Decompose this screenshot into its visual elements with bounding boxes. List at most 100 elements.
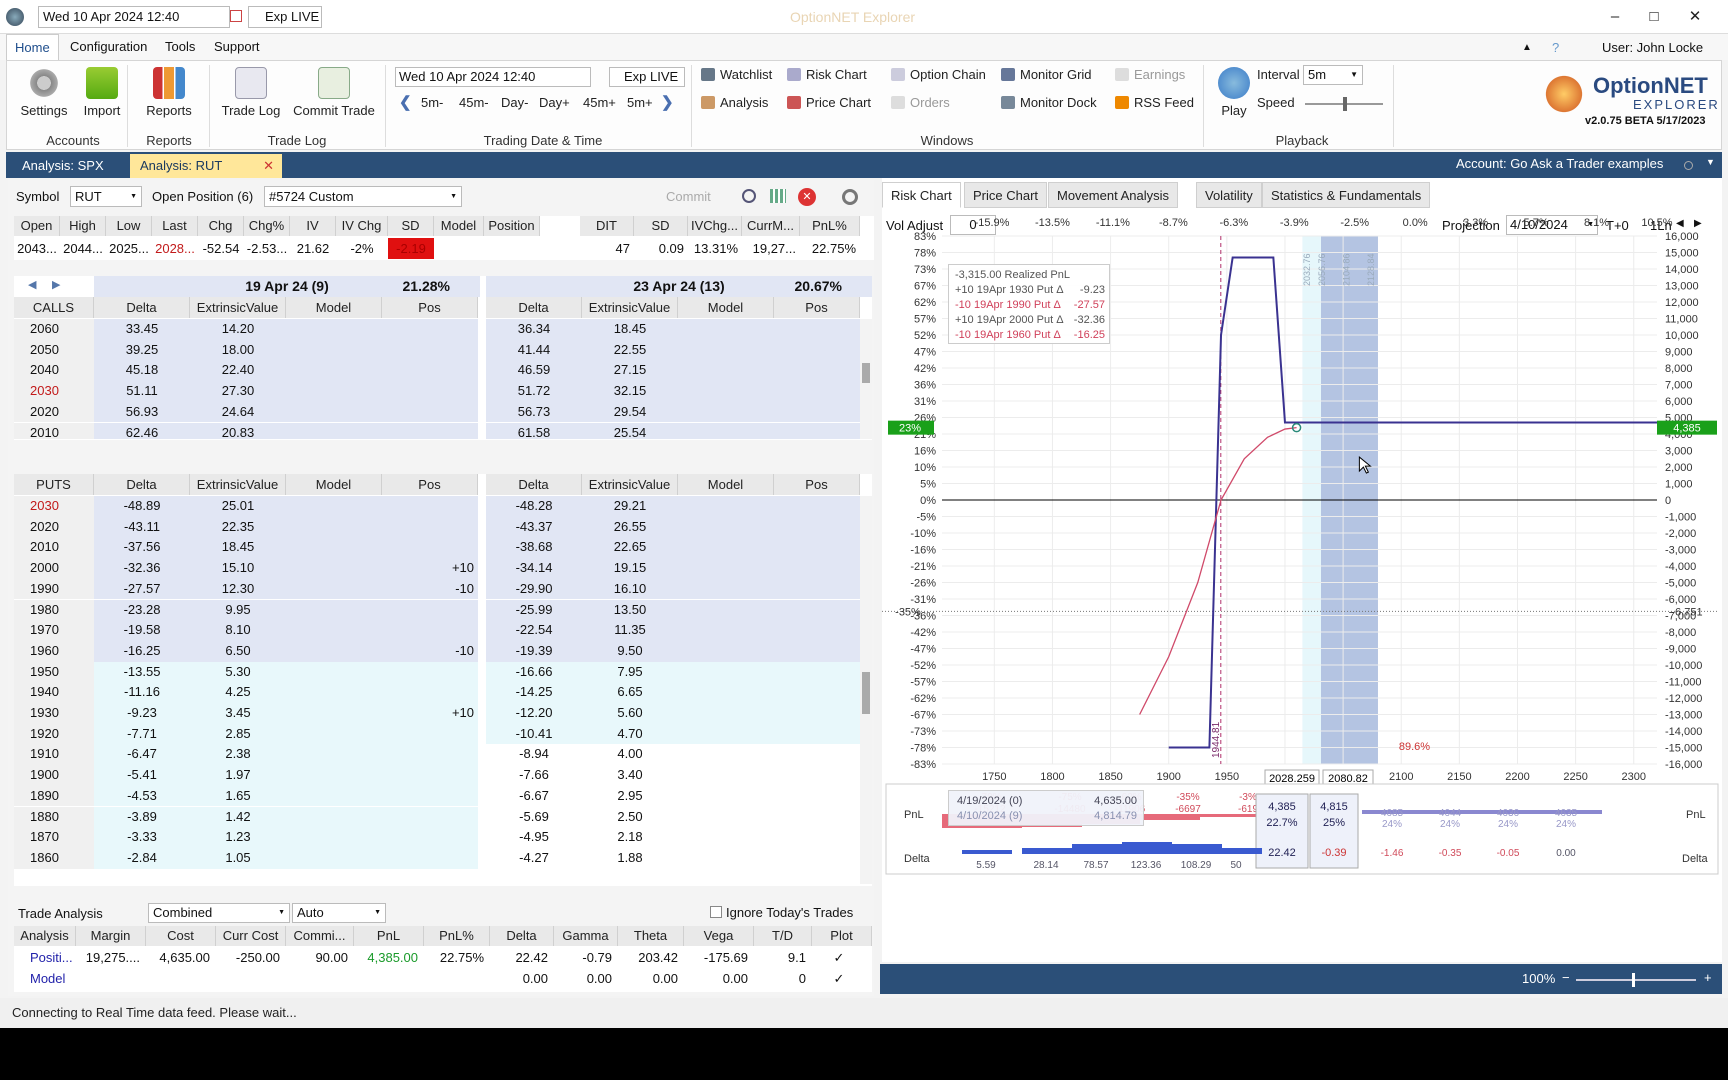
trade-mode-select[interactable]: Combined ▼: [148, 903, 290, 923]
settings-button[interactable]: Settings: [15, 67, 73, 118]
rss-feed-button[interactable]: RSS Feed: [1115, 95, 1194, 110]
risk-chart-button[interactable]: Risk Chart: [787, 67, 867, 82]
chain-column-header[interactable]: Pos: [382, 474, 478, 495]
collapse-ribbon-icon[interactable]: ▲: [1522, 42, 1532, 53]
quote-header-iv[interactable]: IV: [290, 216, 336, 236]
chain-column-header[interactable]: Model: [678, 297, 774, 318]
calendar-icon[interactable]: [230, 10, 242, 22]
chain-column-header[interactable]: Model: [286, 297, 382, 318]
analysis-header[interactable]: PnL: [354, 926, 424, 946]
chain-row[interactable]: 1950 -13.55 5.30 -16.66 7.95: [14, 661, 860, 683]
menu-support[interactable]: Support: [206, 34, 268, 60]
zoom-in-icon[interactable]: +: [1704, 970, 1712, 985]
analysis-header[interactable]: T/D: [754, 926, 812, 946]
chain-column-header[interactable]: ExtrinsicValue: [582, 474, 678, 495]
analysis-header[interactable]: Margin: [76, 926, 146, 946]
chain-column-header[interactable]: Delta: [94, 474, 190, 495]
chain-row[interactable]: 2030 -48.89 25.01 -48.28 29.21: [14, 496, 860, 517]
chain-row[interactable]: 2040 45.18 22.40 46.59 27.15: [14, 360, 860, 382]
maximize-button[interactable]: □: [1641, 6, 1667, 28]
chain-column-header[interactable]: Pos: [774, 474, 860, 495]
step-5m-back[interactable]: 5m-: [421, 95, 443, 110]
analysis-header[interactable]: Commi...: [286, 926, 354, 946]
chain-side-label[interactable]: PUTS: [14, 474, 94, 495]
plot-checkbox[interactable]: ✓: [812, 948, 872, 968]
grid-icon[interactable]: [770, 189, 786, 203]
datetime-field[interactable]: Wed 10 Apr 2024 12:40: [38, 6, 230, 28]
analysis-header[interactable]: Plot: [812, 926, 872, 946]
chain-row[interactable]: 1940 -11.16 4.25 -14.25 6.65: [14, 682, 860, 703]
puts-scrollbar[interactable]: [860, 496, 872, 884]
analysis-header[interactable]: Gamma: [554, 926, 618, 946]
chain-row[interactable]: 2050 39.25 18.00 41.44 22.55: [14, 339, 860, 361]
chain-row[interactable]: 1970 -19.58 8.10 -22.54 11.35: [14, 620, 860, 641]
menu-tools[interactable]: Tools: [157, 34, 203, 60]
menu-home[interactable]: Home: [6, 34, 59, 60]
quote-header-model[interactable]: Model: [434, 216, 484, 236]
quote-header-chg[interactable]: Chg%: [244, 216, 290, 236]
chain-column-header[interactable]: Delta: [486, 297, 582, 318]
analysis-header[interactable]: Theta: [618, 926, 684, 946]
speed-slider[interactable]: [1305, 97, 1383, 111]
orders-button[interactable]: Orders: [891, 95, 950, 110]
analysis-header[interactable]: Analysis: [14, 926, 76, 946]
reports-button[interactable]: Reports: [139, 67, 199, 118]
account-dot-icon[interactable]: [1684, 161, 1693, 170]
exp-live-label[interactable]: Exp LIVE: [248, 6, 322, 28]
trade-log-button[interactable]: Trade Log: [217, 67, 285, 118]
custom-select[interactable]: #5724 Custom ▼: [264, 186, 462, 207]
close-button[interactable]: ✕: [1682, 6, 1708, 28]
menu-configuration[interactable]: Configuration: [62, 34, 155, 60]
step-45m-forward[interactable]: 45m+: [583, 95, 616, 110]
chain-column-header[interactable]: Delta: [486, 474, 582, 495]
symbol-select[interactable]: RUT ▼: [70, 186, 142, 207]
chain-row[interactable]: 1890 -4.53 1.65 -6.67 2.95: [14, 785, 860, 807]
position-header[interactable]: PnL%: [800, 216, 860, 236]
close-tab-icon[interactable]: ✕: [263, 154, 274, 178]
interval-select[interactable]: 5m ▼: [1303, 65, 1363, 85]
analysis-header[interactable]: Cost: [146, 926, 216, 946]
chain-row[interactable]: 1900 -5.41 1.97 -7.66 3.40: [14, 765, 860, 786]
quote-header-open[interactable]: Open: [14, 216, 60, 236]
chain-row[interactable]: 2000 -32.36 15.10 +10 -34.14 19.15: [14, 558, 860, 579]
step-5m-forward[interactable]: 5m+: [627, 95, 653, 110]
chain-side-label[interactable]: CALLS: [14, 297, 94, 318]
quote-header-low[interactable]: Low: [106, 216, 152, 236]
plot-checkbox[interactable]: ✓: [812, 969, 872, 989]
analysis-header[interactable]: Vega: [684, 926, 754, 946]
quote-header-high[interactable]: High: [60, 216, 106, 236]
chain-column-header[interactable]: ExtrinsicValue: [582, 297, 678, 318]
earnings-button[interactable]: Earnings: [1115, 67, 1185, 82]
ribbon-datetime-field[interactable]: Wed 10 Apr 2024 12:40: [395, 67, 591, 87]
calls-scroll-thumb[interactable]: [862, 363, 870, 383]
chain-row[interactable]: 2010 -37.56 18.45 -38.68 22.65: [14, 537, 860, 559]
step-day-back[interactable]: Day-: [501, 95, 528, 110]
quote-header-chg[interactable]: Chg: [198, 216, 244, 236]
minimize-button[interactable]: –: [1602, 6, 1628, 28]
play-button[interactable]: Play: [1209, 67, 1259, 118]
step-day-forward[interactable]: Day+: [539, 95, 570, 110]
puts-scroll-thumb[interactable]: [862, 672, 870, 714]
prev-expiry-icon[interactable]: ◀: [28, 278, 36, 291]
chain-row[interactable]: 1980 -23.28 9.95 -25.99 13.50: [14, 599, 860, 621]
quote-header-position[interactable]: Position: [484, 216, 540, 236]
step-back-icon[interactable]: ❮: [399, 93, 412, 111]
price-chart-button[interactable]: Price Chart: [787, 95, 871, 110]
chain-column-header[interactable]: Delta: [94, 297, 190, 318]
quote-header-sd[interactable]: SD: [388, 216, 434, 236]
ignore-today-checkbox[interactable]: [710, 906, 722, 918]
tab-analysis-spx[interactable]: Analysis: SPX: [12, 154, 114, 178]
chain-row[interactable]: 2060 33.45 14.20 36.34 18.45: [14, 319, 860, 340]
chain-row[interactable]: 1930 -9.23 3.45 +10 -12.20 5.60: [14, 703, 860, 724]
position-header[interactable]: CurrM...: [742, 216, 800, 236]
quote-header-ivchg[interactable]: IV Chg: [336, 216, 388, 236]
chain-row[interactable]: 1870 -3.33 1.23 -4.95 2.18: [14, 827, 860, 848]
chain-column-header[interactable]: Model: [678, 474, 774, 495]
step-45m-back[interactable]: 45m-: [459, 95, 489, 110]
monitor-dock-button[interactable]: Monitor Dock: [1001, 95, 1097, 110]
next-expiry-icon[interactable]: ▶: [52, 278, 60, 291]
chain-column-header[interactable]: Model: [286, 474, 382, 495]
chain-row[interactable]: 2030 51.11 27.30 51.72 32.15: [14, 381, 860, 402]
help-icon[interactable]: ?: [1552, 40, 1559, 55]
watchlist-button[interactable]: Watchlist: [701, 67, 772, 82]
